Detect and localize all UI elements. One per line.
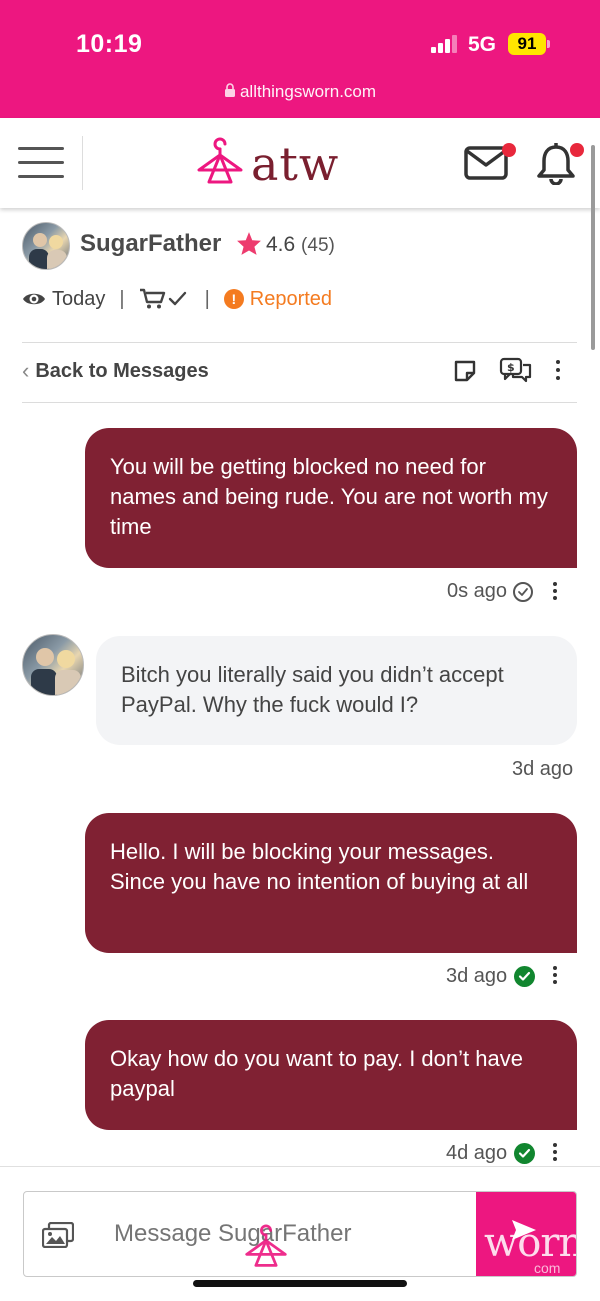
last-seen: Today [52,287,106,310]
eye-icon [22,290,46,308]
watermark-text: worn [484,1220,576,1266]
site-header: atw [0,118,600,208]
mail-badge [502,143,516,157]
chevron-left-icon: ‹ [22,358,30,383]
reported-label: Reported [249,287,333,310]
divider: | [204,287,210,310]
message-input[interactable] [114,1220,474,1248]
message-time: 3d ago [512,758,574,780]
message-more-icon[interactable] [552,1143,558,1165]
divider [22,342,577,343]
header-divider [82,136,83,190]
cart-check-icon [139,288,191,310]
image-upload-icon[interactable] [41,1221,75,1253]
avatar[interactable] [22,222,70,270]
seller-rating: 4.6 (45) [266,233,335,257]
message-text: Bitch you literally said you didn’t acce… [121,662,504,717]
read-check-icon [514,1143,536,1164]
scrollbar[interactable] [591,145,595,350]
status-bar: 10:19 5G 91 allthingsworn.com [0,0,600,118]
message-text: Okay how do you want to pay. I don’t hav… [110,1046,523,1101]
svg-text:$: $ [507,361,515,374]
more-icon[interactable] [555,360,561,382]
menu-icon[interactable] [18,145,64,181]
star-icon [236,231,262,261]
conversation-toolbar: ‹ Back to Messages $ [22,357,577,385]
logo-text: atw [251,137,340,191]
message-meta: 0s ago [447,580,534,603]
url-text: allthingsworn.com [239,82,377,101]
network-type: 5G [468,33,497,56]
site-logo[interactable]: atw [195,137,340,192]
warning-icon: ! [223,289,244,309]
check-circle-icon [513,581,534,602]
message-meta: 4d ago [446,1142,536,1165]
message-more-icon[interactable] [552,966,558,988]
hanger-icon [195,137,245,192]
received-message[interactable]: Bitch you literally said you didn’t acce… [96,636,577,745]
message-meta: 3d ago [446,965,536,988]
watermark-domain: com [534,1260,561,1276]
payment-chat-icon[interactable]: $ [499,357,533,390]
reported-badge: ! Reported [223,287,333,311]
divider: | [119,287,125,310]
rating-value: 4.6 [266,233,296,256]
message-time: 4d ago [446,1142,508,1164]
rating-count: (45) [301,235,335,256]
lock-icon [224,83,236,103]
url-bar[interactable]: allthingsworn.com [0,82,600,103]
message-time: 0s ago [447,580,508,602]
divider [22,402,577,403]
bell-badge [570,143,584,157]
sender-avatar[interactable] [22,634,84,696]
back-to-messages-link[interactable]: ‹ Back to Messages [22,358,209,384]
mail-icon[interactable] [464,143,516,185]
message-meta: 3d ago [512,758,573,781]
send-button[interactable]: worn com [476,1192,576,1276]
watermark-hanger-icon [243,1222,289,1277]
seller-meta: Today | | ! Reported [22,286,332,312]
sent-message[interactable]: Okay how do you want to pay. I don’t hav… [85,1020,577,1130]
clock: 10:19 [76,30,143,58]
battery-tip [547,40,550,48]
home-indicator[interactable] [193,1280,407,1287]
signal-icon [431,35,461,53]
message-composer: worn com [23,1191,577,1277]
read-check-icon [514,966,536,987]
sent-message[interactable]: Hello. I will be blocking your messages.… [85,813,577,953]
back-label: Back to Messages [35,359,209,382]
message-more-icon[interactable] [552,582,558,604]
bell-icon[interactable] [536,143,584,190]
message-time: 3d ago [446,965,508,987]
battery-icon: 91 [508,33,546,55]
seller-name[interactable]: SugarFather [80,230,221,258]
message-text: Hello. I will be blocking your messages.… [110,839,529,894]
note-icon[interactable] [453,359,477,388]
message-text: You will be getting blocked no need for … [110,454,548,539]
sent-message[interactable]: You will be getting blocked no need for … [85,428,577,568]
